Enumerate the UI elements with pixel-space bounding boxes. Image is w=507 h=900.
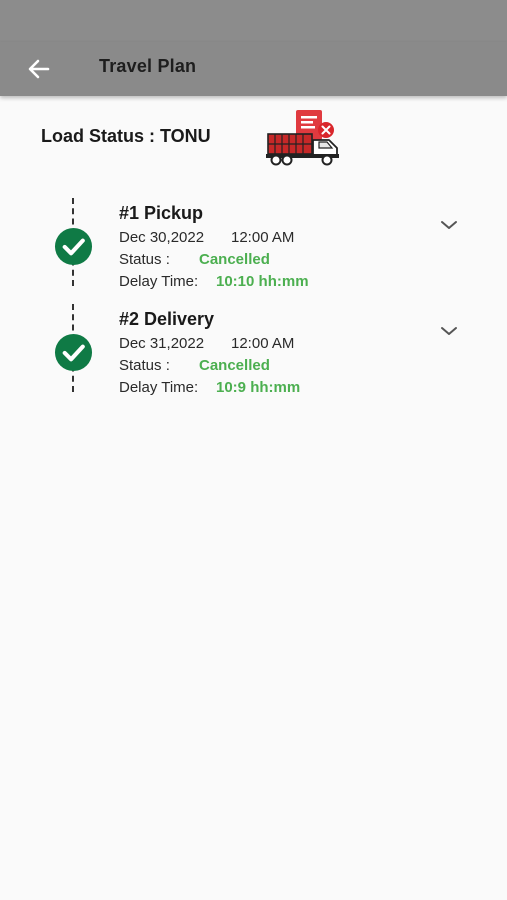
stop-time: 12:00 AM	[231, 335, 295, 352]
stop-item: #2 Delivery Dec 31,2022 12:00 AM Status …	[0, 302, 507, 402]
status-bar	[0, 0, 507, 42]
truck-cancelled-document-icon	[266, 110, 339, 166]
check-circle-icon	[54, 333, 93, 372]
status-label: Status :	[119, 357, 170, 374]
stop-item: #1 Pickup Dec 30,2022 12:00 AM Status : …	[0, 196, 507, 296]
back-button[interactable]	[22, 52, 56, 86]
check-circle-icon	[54, 227, 93, 266]
delay-time-label: Delay Time:	[119, 273, 199, 290]
page-title: Travel Plan	[99, 56, 197, 76]
stop-title: #1 Pickup	[119, 203, 204, 223]
delay-time-label: Delay Time:	[119, 379, 199, 396]
status-value: Cancelled	[199, 251, 270, 268]
delay-time-value: 10:9 hh:mm	[216, 379, 301, 396]
status-value: Cancelled	[199, 357, 270, 374]
app-bar: Travel Plan	[0, 42, 507, 96]
stop-title: #2 Delivery	[119, 309, 215, 329]
status-label: Status :	[119, 251, 170, 268]
delay-time-value: 10:10 hh:mm	[216, 273, 309, 290]
stop-date: Dec 30,2022	[119, 229, 205, 246]
chevron-down-icon[interactable]	[438, 217, 460, 233]
stop-time: 12:00 AM	[231, 229, 295, 246]
stop-date: Dec 31,2022	[119, 335, 205, 352]
arrow-left-icon	[28, 59, 50, 79]
chevron-down-icon[interactable]	[438, 323, 460, 339]
load-status-text: Load Status : TONU	[41, 126, 211, 146]
